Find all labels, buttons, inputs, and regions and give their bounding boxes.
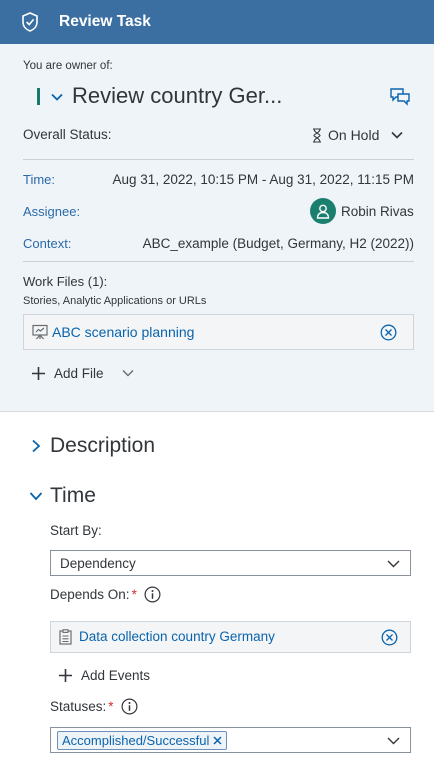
avatar	[310, 198, 336, 224]
owner-text: You are owner of:	[23, 60, 113, 72]
plus-icon	[59, 668, 72, 682]
assignee-label: Assignee:	[23, 204, 81, 219]
add-events-button[interactable]: Add Events	[58, 665, 150, 685]
description-section-toggle[interactable]: Description	[29, 433, 155, 459]
info-icon[interactable]	[144, 586, 161, 603]
dependency-event-item[interactable]: Data collection country Germany	[50, 621, 411, 653]
add-file-button[interactable]: Add File	[31, 362, 134, 384]
chevron-down-icon	[29, 492, 43, 501]
statuses-multiselect[interactable]: Accomplished/Successful	[50, 727, 411, 753]
comments-icon[interactable]	[389, 87, 411, 106]
dialog-title: Review Task	[59, 13, 151, 30]
status-value: On Hold	[328, 127, 380, 143]
overall-status-label: Overall Status:	[23, 127, 112, 142]
divider	[23, 159, 414, 160]
time-value: Aug 31, 2022, 10:15 PM - Aug 31, 2022, 1…	[112, 172, 414, 187]
dialog-header: Review Task	[0, 0, 434, 44]
task-title: Review country Ger...	[72, 83, 283, 108]
info-icon[interactable]	[121, 698, 138, 715]
context-label: Context:	[23, 236, 72, 251]
user-icon	[316, 204, 330, 219]
status-token[interactable]: Accomplished/Successful	[57, 731, 228, 750]
work-files-title: Work Files (1):	[23, 274, 108, 289]
work-file-link[interactable]: ABC scenario planning	[52, 324, 194, 340]
add-events-label: Add Events	[81, 667, 151, 683]
chevron-right-icon	[32, 439, 41, 453]
work-files-subtitle: Stories, Analytic Applications or URLs	[23, 295, 207, 307]
time-section-toggle[interactable]: Time	[29, 483, 96, 509]
task-color-marker	[37, 88, 40, 105]
chevron-down-icon	[391, 131, 403, 139]
divider	[23, 261, 414, 262]
shield-check-icon	[22, 12, 38, 32]
start-by-select[interactable]: Dependency	[50, 550, 411, 576]
statuses-label: Statuses: *	[50, 698, 138, 715]
hourglass-icon	[313, 127, 321, 143]
chevron-down-icon	[387, 737, 400, 745]
statuses-label-text: Statuses:	[50, 699, 107, 714]
chevron-down-icon[interactable]	[122, 369, 134, 377]
presentation-icon	[32, 324, 48, 340]
chevron-down-icon[interactable]	[50, 90, 64, 104]
task-list-icon	[59, 629, 72, 645]
start-by-value: Dependency	[60, 556, 136, 571]
time-section-title: Time	[50, 484, 96, 507]
task-summary-panel: You are owner of: Review country Ger... …	[0, 44, 434, 412]
context-value: ABC_example (Budget, Germany, H2 (2022))	[142, 236, 414, 251]
assignee-name: Robin Rivas	[341, 204, 414, 219]
status-token-label: Accomplished/Successful	[62, 733, 210, 748]
remove-circle-icon[interactable]	[380, 324, 397, 341]
task-title-row: Review country Ger...	[23, 82, 415, 112]
required-marker: *	[108, 699, 114, 714]
plus-icon	[32, 366, 45, 380]
time-label: Time:	[23, 172, 56, 187]
chevron-down-icon	[387, 560, 400, 568]
dependency-event-link[interactable]: Data collection country Germany	[79, 629, 275, 644]
depends-on-label: Depends On: *	[50, 586, 161, 603]
add-file-label: Add File	[54, 365, 104, 381]
remove-circle-icon[interactable]	[381, 629, 398, 646]
start-by-label-text: Start By:	[50, 523, 102, 538]
status-dropdown[interactable]: On Hold	[312, 125, 403, 145]
start-by-label: Start By:	[50, 523, 102, 538]
work-file-item[interactable]: ABC scenario planning	[23, 314, 414, 350]
close-icon[interactable]	[213, 736, 222, 745]
depends-on-label-text: Depends On:	[50, 587, 130, 602]
required-marker: *	[131, 587, 137, 602]
description-section-title: Description	[50, 434, 156, 457]
